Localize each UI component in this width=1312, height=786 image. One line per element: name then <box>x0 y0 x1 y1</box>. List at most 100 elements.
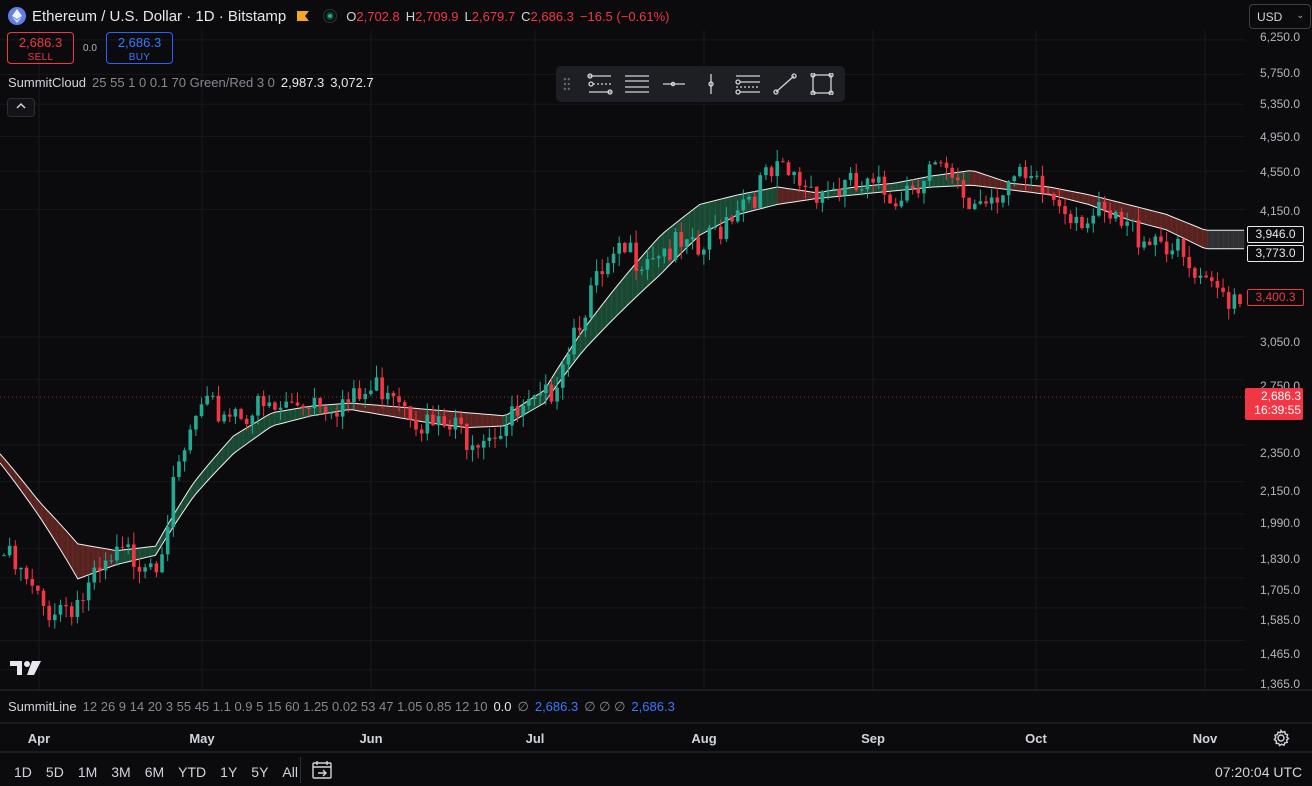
candle-body <box>758 175 763 208</box>
candle-body <box>538 393 542 396</box>
fib-retracement-tool[interactable] <box>734 71 763 97</box>
candle-body <box>1170 250 1175 255</box>
candle-body <box>893 203 898 207</box>
range-5y[interactable]: 5Y <box>251 764 268 780</box>
candlestick-series <box>2 149 1242 629</box>
candle <box>594 259 599 293</box>
candle-body <box>899 200 904 207</box>
range-ytd[interactable]: YTD <box>178 764 206 780</box>
price-tick: 1,830.0 <box>1259 552 1300 566</box>
sell-button[interactable]: 2,686.3 SELL <box>7 32 74 64</box>
range-1m[interactable]: 1M <box>78 764 97 780</box>
candle-body <box>775 161 780 177</box>
buy-button[interactable]: 2,686.3 BUY <box>106 32 173 64</box>
candle <box>809 175 813 188</box>
candle-body <box>589 285 593 318</box>
candle <box>81 593 85 613</box>
gear-icon[interactable] <box>1272 729 1290 747</box>
range-1d[interactable]: 1D <box>14 764 32 780</box>
price-tick: 1,705.0 <box>1259 583 1300 597</box>
candle <box>939 159 943 168</box>
spread-value: 0.0 <box>83 42 97 54</box>
horizontal-lines-tool[interactable] <box>623 71 652 97</box>
candle <box>52 603 57 629</box>
candle <box>30 568 35 594</box>
candle <box>702 247 706 265</box>
ohlc-values: O2,702.8 H2,709.9 L2,679.7 C2,686.3 −16.… <box>346 8 670 24</box>
currency-selector[interactable]: USD ⌄ <box>1249 4 1311 29</box>
candle-body <box>1029 175 1033 179</box>
cloud-segment <box>979 172 986 188</box>
time-tick: Jun <box>359 731 383 746</box>
candle-body <box>764 167 768 176</box>
candle-body <box>628 242 633 253</box>
candle-body <box>752 196 757 208</box>
cloud-segment <box>652 237 659 282</box>
candle-body <box>137 566 142 572</box>
chart-grid <box>0 30 1245 690</box>
cloud-segment <box>699 202 706 236</box>
candle <box>295 392 300 407</box>
candle <box>188 424 193 454</box>
range-3m[interactable]: 3M <box>111 764 130 780</box>
cloud-segment <box>782 187 789 204</box>
candle-body <box>24 567 29 580</box>
trend-line-tool[interactable] <box>771 71 800 97</box>
candle-body <box>961 180 966 198</box>
cloud-segment <box>886 183 892 192</box>
vertical-line-tool[interactable] <box>697 71 726 97</box>
candle-body <box>442 416 447 427</box>
horizontal-ray-tool[interactable] <box>660 71 689 97</box>
symbol-header[interactable]: Ethereum / U.S. Dollar · 1D · Bitstamp O… <box>8 6 670 26</box>
cloud-segment <box>274 410 281 426</box>
price-chart[interactable] <box>0 0 1312 786</box>
candle-body <box>1102 201 1107 211</box>
summitcloud-legend[interactable]: SummitCloud 25 55 1 0 0.1 70 Green/Red 3… <box>8 75 374 90</box>
candle <box>1232 288 1237 315</box>
rectangle-tool[interactable] <box>808 71 837 97</box>
range-all[interactable]: All <box>282 764 298 780</box>
goto-date-icon[interactable] <box>311 760 333 780</box>
flag-icon[interactable] <box>296 10 310 22</box>
candle <box>707 224 712 261</box>
candle-body <box>1198 275 1203 278</box>
candle-body <box>1130 220 1135 222</box>
candle-body <box>888 194 892 204</box>
candle-body <box>318 397 322 407</box>
candle-body <box>216 395 221 422</box>
cloud-segment <box>139 547 146 560</box>
candle-body <box>826 189 830 192</box>
candle <box>623 241 627 254</box>
parallel-channel-tool[interactable] <box>586 71 615 97</box>
range-5d[interactable]: 5D <box>46 764 64 780</box>
range-6m[interactable]: 6M <box>145 764 164 780</box>
cloud-segment <box>968 170 975 186</box>
candle-body <box>52 614 57 621</box>
candle-body <box>160 554 164 573</box>
candle <box>893 197 898 210</box>
candle-body <box>730 216 734 222</box>
utc-clock[interactable]: 07:20:04 UTC <box>1215 764 1302 780</box>
symbol-title[interactable]: Ethereum / U.S. Dollar · 1D · Bitstamp <box>32 8 286 25</box>
time-tick: Apr <box>27 731 51 746</box>
collapse-legend-button[interactable] <box>7 98 35 117</box>
cloud-segment <box>372 404 379 415</box>
candle <box>211 392 215 400</box>
candle <box>1209 271 1214 288</box>
range-1y[interactable]: 1Y <box>220 764 237 780</box>
candle <box>1215 272 1220 299</box>
grip-icon[interactable] <box>562 76 572 92</box>
candle-body <box>1097 201 1101 216</box>
candle <box>814 186 819 209</box>
candle <box>194 415 198 436</box>
candle-body <box>1046 192 1050 194</box>
candle-body <box>453 417 458 430</box>
summitline-legend[interactable]: SummitLine 12 26 9 14 20 3 55 45 1.1 0.9… <box>8 699 675 715</box>
candle-body <box>58 604 63 615</box>
candle <box>899 191 904 209</box>
price-tick: 4,950.0 <box>1259 130 1300 144</box>
candle-body <box>916 188 921 194</box>
candle-body <box>329 412 334 414</box>
tradingview-logo-icon[interactable] <box>10 659 42 677</box>
candle-body <box>103 560 108 571</box>
